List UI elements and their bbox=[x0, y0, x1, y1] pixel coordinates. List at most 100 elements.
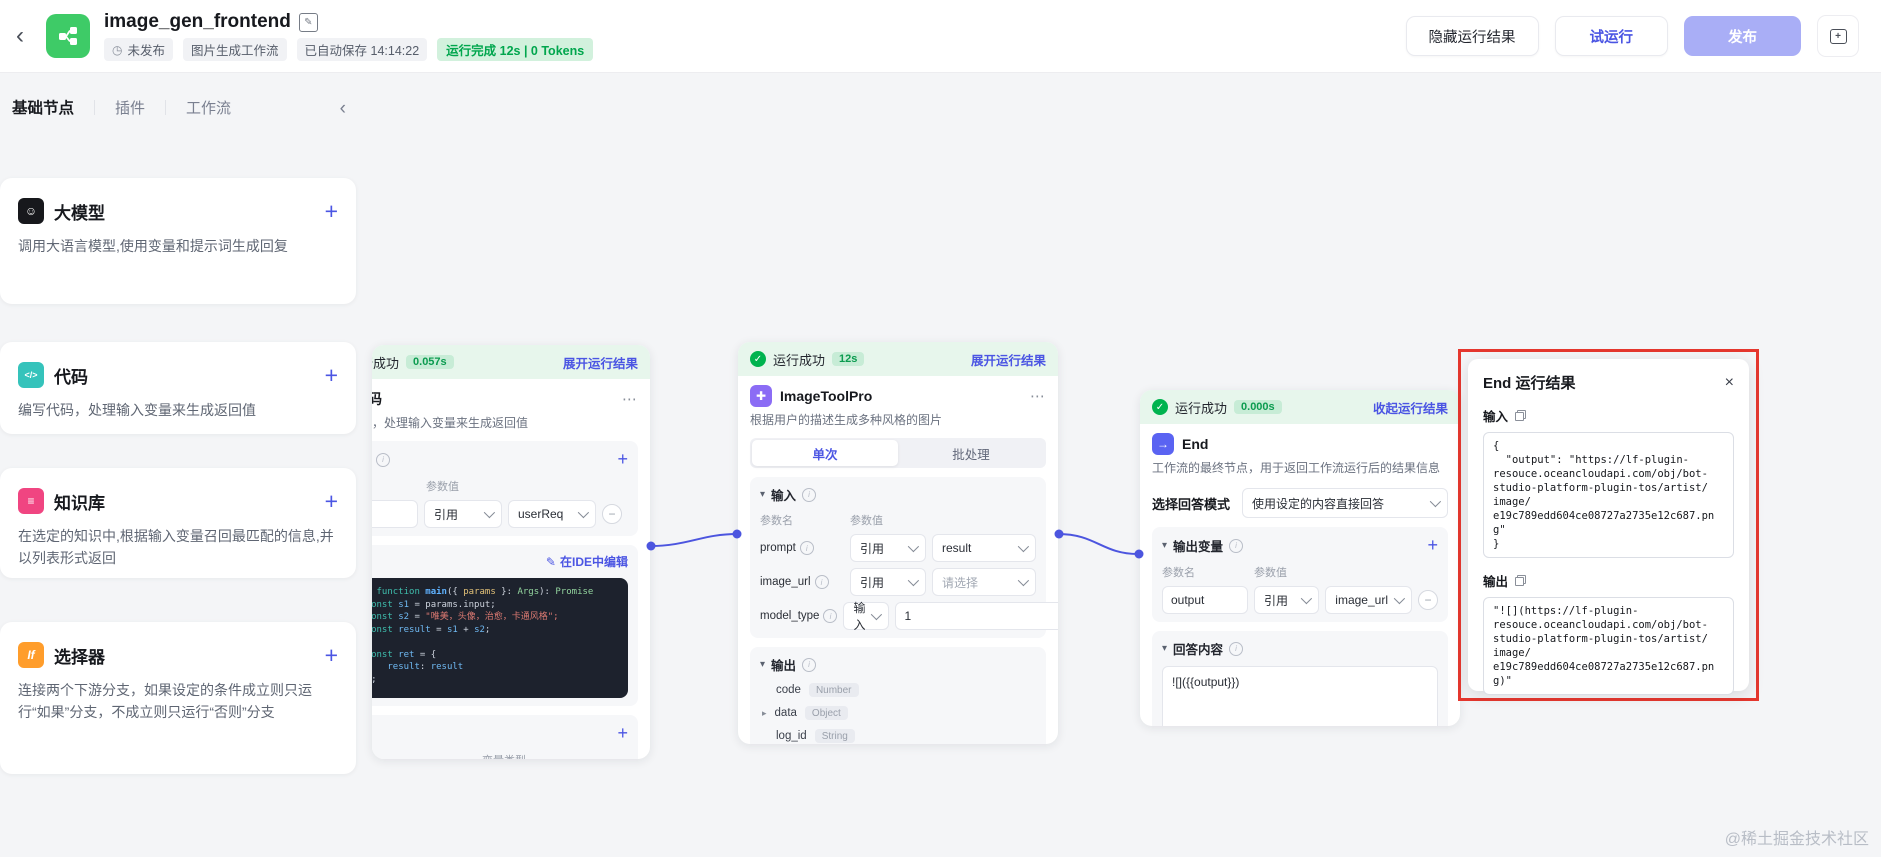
model-type-value-input[interactable] bbox=[895, 602, 1058, 630]
end-node-desc: 工作流的最终节点，用于返回工作流运行后的结果信息 bbox=[1152, 461, 1441, 475]
node-card-code[interactable]: </> 代码 + 编写代码，处理输入变量来生成返回值 bbox=[0, 342, 356, 434]
run-duration-badge: 0.000s bbox=[1234, 400, 1282, 414]
expand-run-result-link[interactable]: 展开运行结果 bbox=[971, 350, 1046, 369]
collapse-sidebar-icon[interactable]: ‹ bbox=[340, 98, 346, 120]
end-node-name: End bbox=[1182, 436, 1209, 452]
prompt-type-select[interactable]: 引用 bbox=[850, 534, 926, 562]
collapse-run-result-link[interactable]: 收起运行结果 bbox=[1373, 398, 1448, 417]
tab-batch[interactable]: 批处理 bbox=[898, 440, 1044, 466]
rename-icon[interactable]: ✎ bbox=[298, 12, 318, 32]
collapse-caret-icon[interactable]: ▾ bbox=[760, 659, 765, 670]
remove-param-button[interactable]: − bbox=[602, 504, 622, 524]
add-outvar-button[interactable]: + bbox=[1427, 535, 1438, 556]
expand-run-result-link[interactable]: 展开运行结果 bbox=[563, 353, 638, 372]
image-input-section: ▾ 输入 i 参数名 参数值 prompt i 引用 result image_… bbox=[750, 477, 1058, 638]
chevron-down-icon bbox=[483, 506, 496, 519]
image-url-value-select[interactable]: 请选择 bbox=[932, 568, 1036, 596]
image-node-desc: 根据用户的描述生成多种风格的图片 bbox=[750, 413, 943, 427]
chevron-down-icon bbox=[871, 608, 883, 621]
result-input-label: 输入 bbox=[1483, 410, 1509, 424]
type-badge: Number bbox=[808, 683, 859, 697]
expand-row-icon[interactable]: ▸ bbox=[762, 708, 767, 719]
clock-icon: ◷ bbox=[112, 42, 123, 57]
collapse-caret-icon[interactable]: ▾ bbox=[1162, 540, 1167, 551]
watermark: @稀土掘金技术社区 bbox=[1724, 831, 1869, 848]
plugin-icon: ✚ bbox=[750, 385, 772, 407]
edit-icon: ✎ bbox=[545, 554, 556, 569]
image-tool-node[interactable]: ✓ 运行成功 12s 展开运行结果 ✚ ImageToolPro ⋯ 根据用户的… bbox=[738, 342, 1058, 744]
workflow-editor-screen: ✓ 运行成功 0.057s 展开运行结果 </> 代码 ⋯ 编写代码，处理输入变… bbox=[0, 0, 1881, 857]
end-node[interactable]: ✓ 运行成功 0.000s 收起运行结果 → End 工作流的最终节点，用于返回… bbox=[1140, 390, 1460, 726]
value-type-select[interactable]: 引用 bbox=[424, 500, 502, 528]
publish-status-badge: ◷ 未发布 bbox=[104, 38, 173, 61]
tab-workflows[interactable]: 工作流 bbox=[186, 97, 231, 118]
col-param-name: 参数名 bbox=[760, 515, 793, 527]
more-menu-icon[interactable]: ⋯ bbox=[622, 390, 638, 408]
add-output-button[interactable]: + bbox=[617, 723, 628, 744]
close-icon[interactable]: × bbox=[1725, 374, 1734, 390]
top-bar: ‹ image_gen_frontend ✎ ◷ 未发布 图片生成工作流 已自动… bbox=[0, 0, 1881, 73]
run-complete-badge: 运行完成 12s | 0 Tokens bbox=[437, 38, 594, 61]
col-var-type: 变量类型 bbox=[482, 752, 526, 759]
add-node-button[interactable]: + bbox=[325, 644, 338, 667]
prompt-value-select[interactable]: result bbox=[932, 534, 1036, 562]
tab-single[interactable]: 单次 bbox=[752, 440, 898, 466]
answer-content-textarea[interactable]: ![]({{output}}) 15/5000 bbox=[1162, 666, 1438, 726]
info-icon: i bbox=[802, 657, 817, 672]
workflow-title: image_gen_frontend bbox=[104, 11, 291, 32]
output-field-data[interactable]: ▸ data Object bbox=[760, 706, 1036, 720]
node-card-selector[interactable]: If 选择器 + 连接两个下游分支，如果设定的条件成立则只运行“如果”分支，不成… bbox=[0, 622, 356, 774]
copy-icon[interactable] bbox=[1515, 410, 1527, 421]
chevron-down-icon bbox=[907, 574, 920, 587]
param-name-input[interactable] bbox=[372, 500, 418, 528]
value-ref-select[interactable]: userReq bbox=[508, 500, 596, 528]
tab-separator bbox=[94, 99, 96, 115]
image-url-type-select[interactable]: 引用 bbox=[850, 568, 926, 596]
col-param-value: 参数值 bbox=[1254, 567, 1287, 579]
collapse-caret-icon[interactable]: ▾ bbox=[1162, 643, 1167, 654]
chevron-down-icon bbox=[1301, 592, 1313, 605]
add-node-button[interactable]: + bbox=[325, 364, 338, 387]
end-icon: → bbox=[1152, 433, 1174, 455]
info-icon: i bbox=[1229, 641, 1244, 656]
output-section-title: 输出 bbox=[771, 659, 797, 673]
node-card-llm[interactable]: ☺ 大模型 + 调用大语言模型,使用变量和提示词生成回复 bbox=[0, 178, 356, 304]
run-status-text: 运行成功 bbox=[773, 352, 826, 368]
info-icon: i bbox=[802, 487, 817, 502]
copy-icon[interactable] bbox=[1515, 575, 1527, 586]
collapse-caret-icon[interactable]: ▾ bbox=[760, 489, 765, 500]
image-node-status-bar: ✓ 运行成功 12s 展开运行结果 bbox=[738, 342, 1058, 376]
test-run-button[interactable]: 试运行 bbox=[1554, 16, 1668, 56]
info-icon: i bbox=[1229, 538, 1244, 553]
duplicate-window-icon: + bbox=[1829, 28, 1847, 44]
chevron-down-icon bbox=[907, 540, 920, 553]
chevron-down-icon bbox=[577, 506, 590, 519]
publish-button[interactable]: 发布 bbox=[1684, 16, 1801, 56]
add-param-button[interactable]: + bbox=[617, 449, 628, 470]
code-icon: </> bbox=[18, 362, 44, 388]
answer-mode-select[interactable]: 使用设定的内容直接回答 bbox=[1242, 488, 1448, 518]
outvar-section-title: 输出变量 bbox=[1173, 540, 1224, 554]
edit-in-ide-link[interactable]: ✎ 在IDE中编辑 bbox=[546, 553, 628, 570]
end-run-result-panel: End 运行结果 × 输入 { "output": "https://lf-pl… bbox=[1468, 359, 1749, 695]
outvar-name-input[interactable] bbox=[1162, 586, 1248, 614]
model-type-select[interactable]: 输入 bbox=[843, 601, 890, 632]
sidebar-tabs: 基础节点 插件 工作流 ‹ bbox=[0, 72, 356, 120]
success-check-icon: ✓ bbox=[1152, 399, 1168, 415]
code-node[interactable]: ✓ 运行成功 0.057s 展开运行结果 </> 代码 ⋯ 编写代码，处理输入变… bbox=[372, 345, 650, 759]
add-node-button[interactable]: + bbox=[325, 490, 338, 513]
more-menu-icon[interactable]: ⋯ bbox=[1030, 387, 1046, 405]
back-icon[interactable]: ‹ bbox=[0, 22, 40, 50]
tab-basic-nodes[interactable]: 基础节点 bbox=[12, 96, 74, 118]
outvar-value-select[interactable]: image_url bbox=[1325, 586, 1412, 614]
node-card-knowledge[interactable]: ≡ 知识库 + 在选定的知识中,根据输入变量召回最匹配的信息,并以列表形式返回 bbox=[0, 468, 356, 578]
open-panel-button[interactable]: + bbox=[1817, 15, 1859, 57]
code-editor[interactable]: async function main({ params }: Args): P… bbox=[372, 578, 628, 698]
add-node-button[interactable]: + bbox=[325, 200, 338, 223]
remove-outvar-button[interactable]: − bbox=[1418, 590, 1438, 610]
highlight-red-frame: End 运行结果 × 输入 { "output": "https://lf-pl… bbox=[1458, 349, 1759, 701]
result-output-label: 输出 bbox=[1483, 575, 1509, 589]
outvar-type-select[interactable]: 引用 bbox=[1254, 586, 1320, 614]
hide-run-results-button[interactable]: 隐藏运行结果 bbox=[1405, 16, 1539, 56]
tab-plugins[interactable]: 插件 bbox=[115, 97, 145, 118]
